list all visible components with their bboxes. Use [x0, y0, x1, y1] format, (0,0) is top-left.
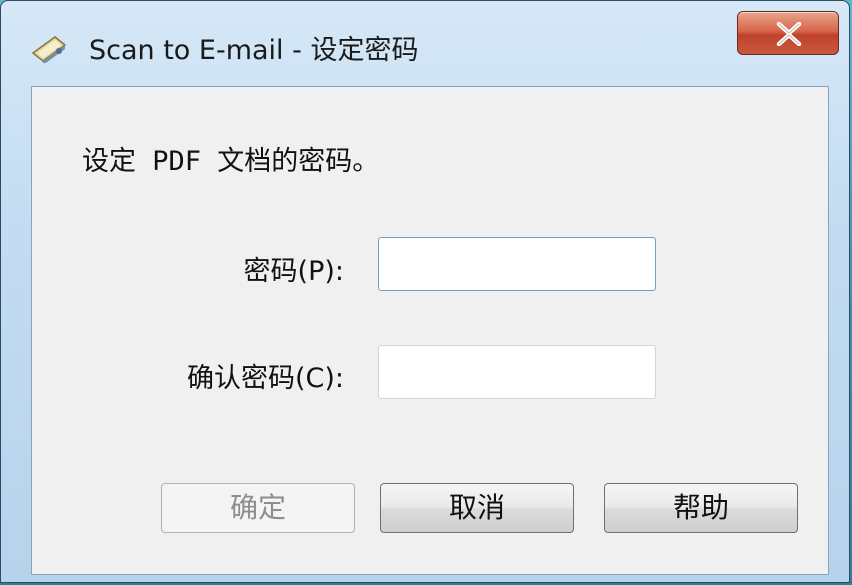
confirm-password-label: 确认密码(C):	[186, 363, 344, 394]
close-icon	[776, 22, 802, 46]
dialog-body: 设定 PDF 文档的密码。 密码(P): 确认密码(C): 确定 取消 帮助	[31, 86, 829, 575]
title-bar[interactable]: Scan to E-mail - 设定密码	[1, 1, 849, 81]
cancel-button[interactable]: 取消	[380, 483, 574, 533]
password-field[interactable]	[378, 237, 656, 291]
instruction-text: 设定 PDF 文档的密码。	[82, 146, 380, 177]
dialog-window: Scan to E-mail - 设定密码 设定 PDF 文档的密码。 密码(P…	[0, 0, 850, 583]
password-label: 密码(P):	[243, 256, 344, 287]
close-button[interactable]	[737, 11, 839, 55]
scanner-icon	[29, 31, 69, 65]
ok-button[interactable]: 确定	[161, 483, 355, 533]
confirm-password-field[interactable]	[378, 345, 656, 399]
window-title: Scan to E-mail - 设定密码	[89, 35, 419, 66]
help-button[interactable]: 帮助	[604, 483, 798, 533]
